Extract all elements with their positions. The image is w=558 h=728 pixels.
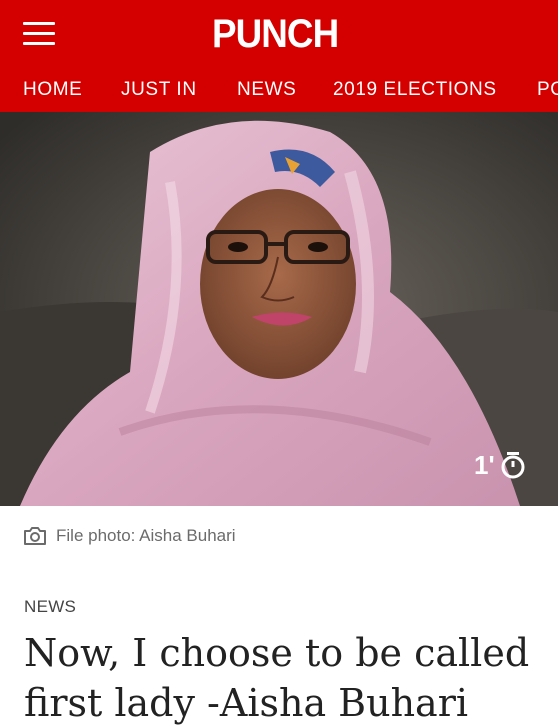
timer-label: 1' — [474, 450, 495, 480]
video-timer: 1' — [474, 450, 525, 480]
caption-text: File photo: Aisha Buhari — [56, 526, 236, 545]
site-logo[interactable]: PUNCH — [212, 10, 339, 58]
site-header: PUNCH HOME JUST IN NEWS 2019 ELECTIONS P… — [0, 0, 558, 112]
article-category[interactable]: NEWS — [24, 597, 76, 617]
hero-image[interactable] — [0, 112, 558, 506]
portrait-illustration — [0, 112, 558, 506]
nav-just-in[interactable]: JUST IN — [121, 76, 197, 104]
camera-icon — [24, 527, 46, 545]
nav-politics-partial[interactable]: PO — [537, 76, 558, 104]
nav-home[interactable]: HOME — [23, 76, 82, 104]
nav-news[interactable]: NEWS — [237, 76, 296, 104]
article-headline: Now, I choose to be called first lady -A… — [24, 631, 530, 725]
photo-caption: File photo: Aisha Buhari — [22, 522, 236, 550]
nav-2019-elections[interactable]: 2019 ELECTIONS — [333, 76, 497, 104]
hamburger-menu-icon[interactable] — [23, 22, 55, 46]
stopwatch-icon — [501, 452, 525, 479]
